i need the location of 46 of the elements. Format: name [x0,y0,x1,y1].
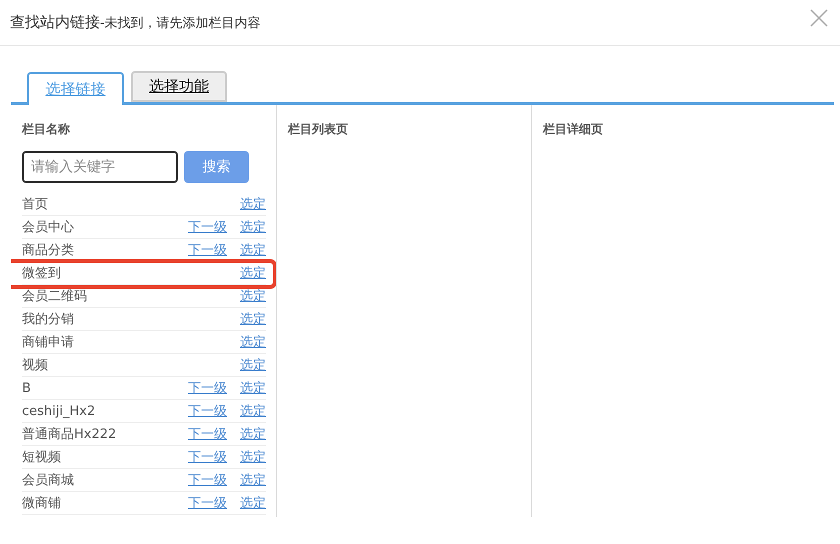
category-name: 短视频 [22,449,62,466]
column-heading: 栏目名称 [22,121,71,138]
select-link[interactable]: 选定 [240,241,266,259]
next-level-link[interactable]: 下一级 [188,241,227,259]
category-name: 商品分类 [22,242,75,259]
category-name: 会员中心 [22,219,75,236]
select-link[interactable]: 选定 [240,356,266,374]
next-level-link[interactable]: 下一级 [188,402,227,420]
select-link[interactable]: 选定 [240,471,266,489]
category-name: 微商铺 [22,495,62,512]
next-level-link[interactable]: 下一级 [188,218,227,236]
select-link[interactable]: 选定 [240,494,266,512]
select-link[interactable]: 选定 [240,402,266,420]
next-level-link[interactable]: 下一级 [188,494,227,512]
tab[interactable]: 选择功能 [131,71,227,102]
tab[interactable]: 选择链接 [27,72,124,105]
category-name: 商铺申请 [22,334,75,351]
select-link[interactable]: 选定 [240,379,266,397]
column-heading: 栏目列表页 [288,121,349,138]
category-name: 会员商城 [22,472,75,489]
next-level-link[interactable]: 下一级 [188,448,227,466]
close-icon[interactable] [810,9,828,27]
category-name: 会员二维码 [22,288,88,305]
select-link[interactable]: 选定 [240,333,266,351]
window-subtitle: -未找到，请先添加栏目内容 [100,14,261,32]
select-link[interactable]: 选定 [240,287,266,305]
window-title: 查找站内链接 [10,13,100,32]
category-name: ceshiji_Hx2 [22,404,96,418]
select-link[interactable]: 选定 [240,218,266,236]
category-name: 视频 [22,357,49,374]
category-name: 首页 [22,196,49,213]
select-link[interactable]: 选定 [240,448,266,466]
column-heading: 栏目详细页 [543,121,604,138]
category-name: 我的分销 [22,311,75,328]
select-link[interactable]: 选定 [240,264,266,282]
next-level-link[interactable]: 下一级 [188,471,227,489]
next-level-link[interactable]: 下一级 [188,425,227,443]
select-link[interactable]: 选定 [240,195,266,213]
category-name: 微签到 [22,265,62,282]
search-button[interactable]: 搜索 [184,151,249,183]
category-name: B [22,380,32,396]
search-field[interactable]: 请输入关键字 [22,151,178,183]
category-name: 普通商品Hx222 [22,426,118,443]
select-link[interactable]: 选定 [240,310,266,328]
select-link[interactable]: 选定 [240,425,266,443]
next-level-link[interactable]: 下一级 [188,379,227,397]
